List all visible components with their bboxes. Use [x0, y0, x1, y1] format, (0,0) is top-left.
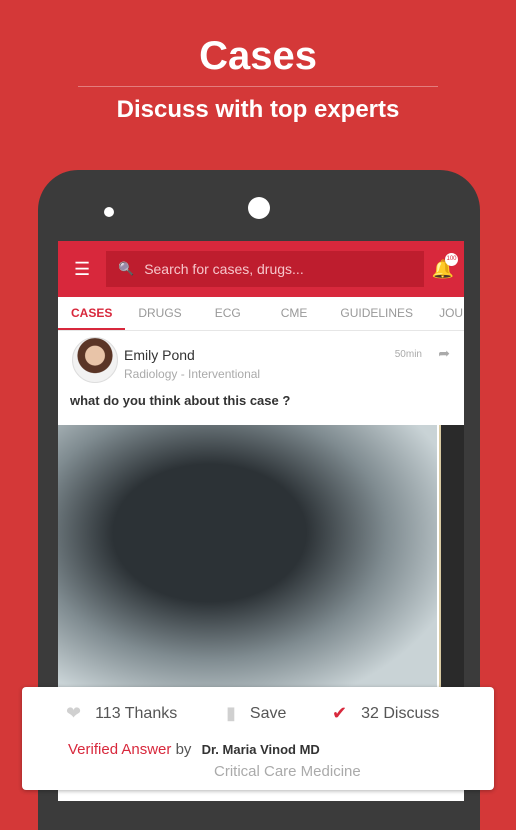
by-label: by [175, 741, 192, 758]
camera-icon [104, 207, 114, 217]
search-input[interactable]: 🔍 Search for cases, drugs... [106, 251, 424, 287]
app-toolbar: ☰ 🔍 Search for cases, drugs... 🔔 100 [58, 241, 464, 297]
author-specialty: Radiology - Interventional [124, 367, 261, 381]
save-button[interactable]: ▮ Save [226, 703, 286, 724]
thanks-button[interactable]: ❤ 113 Thanks [66, 703, 177, 724]
hero-title: Cases [199, 34, 317, 78]
next-image[interactable] [439, 425, 464, 695]
search-icon: 🔍 [118, 261, 135, 276]
bookmark-icon: ▮ [226, 703, 236, 723]
xray-image[interactable] [58, 425, 437, 695]
case-post[interactable]: Emily Pond Radiology - Interventional 50… [58, 331, 464, 416]
tab-guidelines[interactable]: GUIDELINES [327, 297, 426, 330]
save-label: Save [249, 704, 287, 722]
discuss-button[interactable]: ✔ 32 Discuss [332, 703, 439, 724]
tab-drugs[interactable]: DRUGS [125, 297, 194, 330]
tab-bar: CASES DRUGS ECG CME GUIDELINES JOURNA [58, 297, 464, 331]
verified-label: Verified Answer [68, 741, 172, 758]
post-time: 50min [394, 349, 422, 360]
doctor-specialty: Critical Care Medicine [214, 763, 361, 780]
search-placeholder: Search for cases, drugs... [144, 261, 304, 277]
verified-answer[interactable]: Verified Answer by Dr. Maria Vinod MD [68, 741, 320, 758]
share-icon[interactable]: ➦ [438, 345, 450, 362]
hero-divider [78, 86, 438, 87]
post-question: what do you think about this case ? [70, 393, 291, 408]
case-actions-card: ❤ 113 Thanks ▮ Save ✔ 32 Discuss Verifie… [22, 687, 494, 790]
menu-icon[interactable]: ☰ [74, 259, 92, 280]
hero-subtitle: Discuss with top experts [116, 96, 400, 123]
tab-ecg[interactable]: ECG [195, 297, 261, 330]
sensor-icon [248, 197, 270, 219]
discuss-label: 32 Discuss [361, 704, 440, 722]
tab-cme[interactable]: CME [261, 297, 328, 330]
doctor-name[interactable]: Dr. Maria Vinod MD [202, 742, 320, 757]
notification-bell-icon[interactable]: 🔔 100 [424, 252, 458, 280]
thanks-label: 113 Thanks [95, 704, 178, 722]
tab-cases[interactable]: CASES [58, 297, 126, 330]
avatar[interactable] [72, 337, 118, 383]
notification-badge: 100 [445, 252, 458, 266]
tab-journals[interactable]: JOURNA [426, 297, 464, 330]
heart-icon: ❤ [66, 703, 82, 723]
discuss-check-icon: ✔ [332, 703, 348, 723]
